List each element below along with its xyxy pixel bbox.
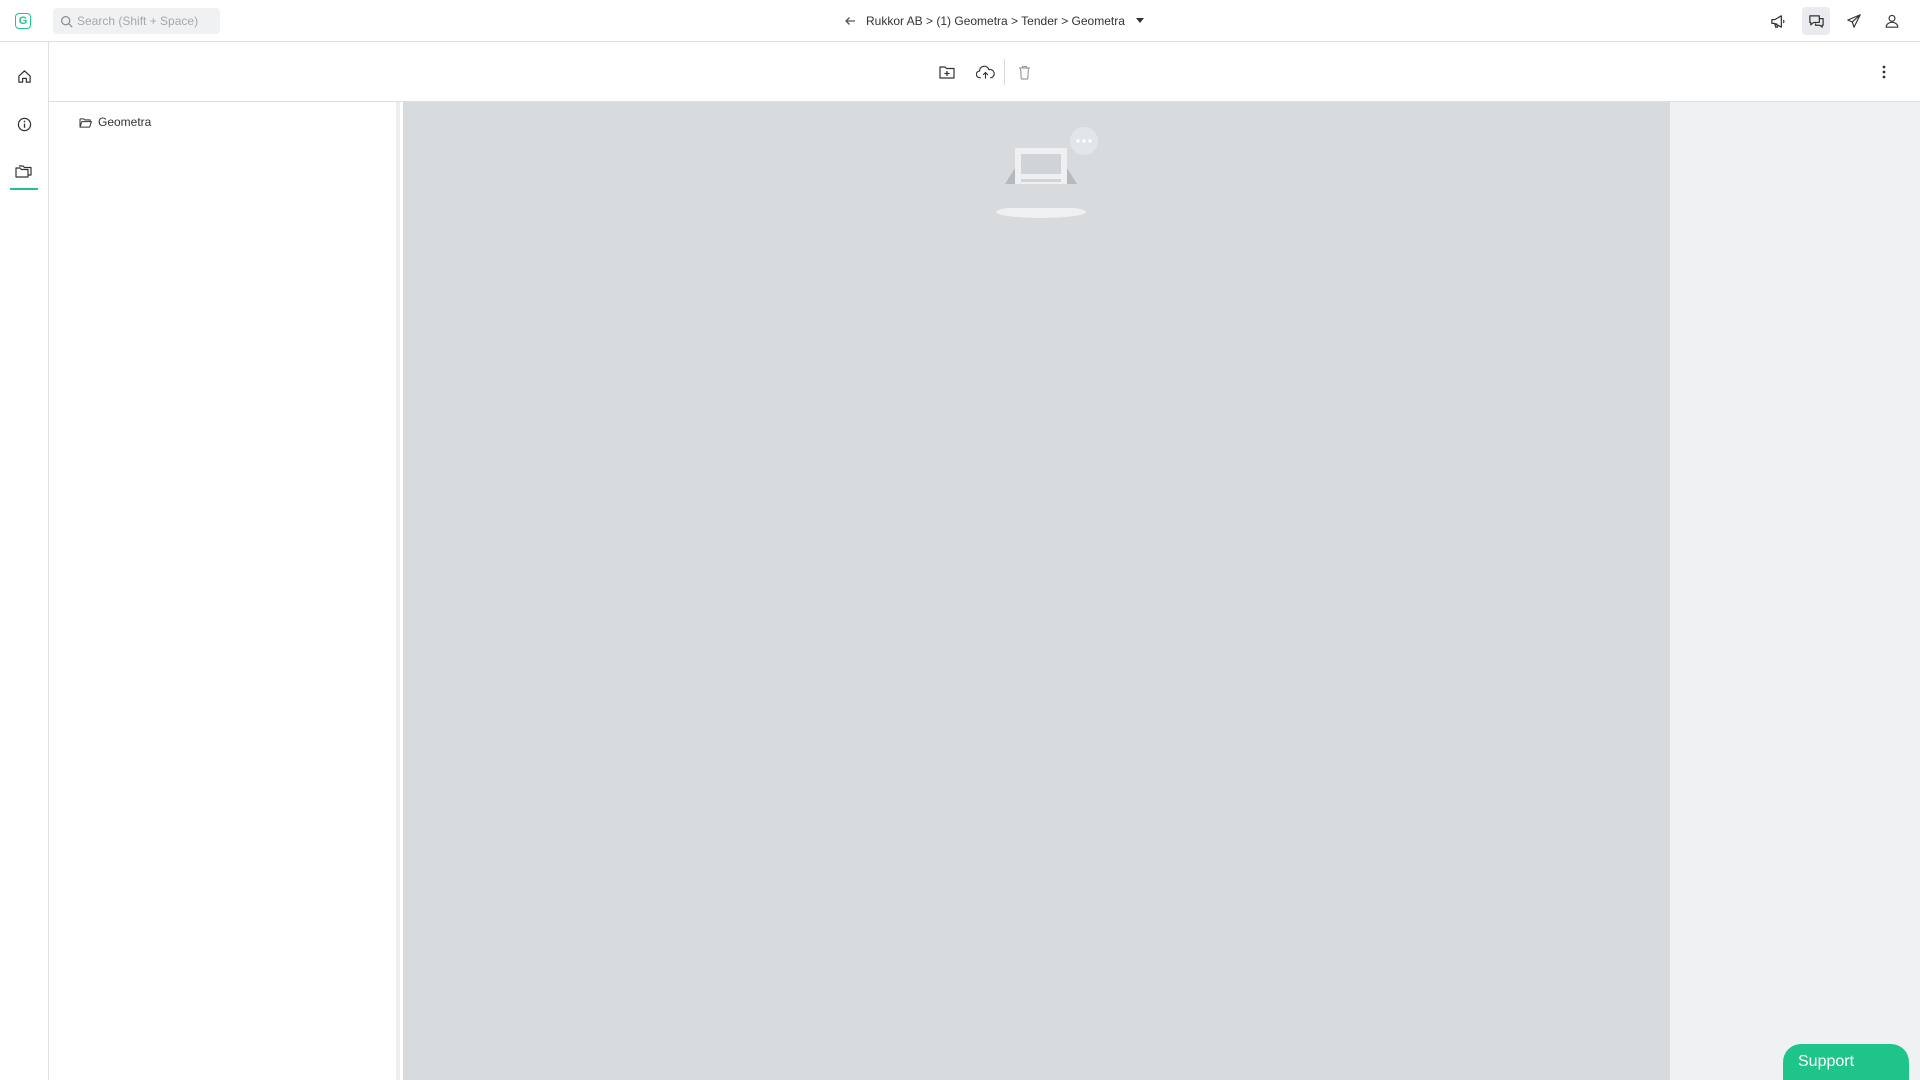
rail-info[interactable] (10, 110, 38, 138)
breadcrumb: Rukkor AB > (1) Geometra > Tender > Geom… (842, 12, 1145, 30)
send-icon (1847, 14, 1861, 28)
empty-state-illustration (996, 127, 1098, 218)
app-logo-letter: G (18, 14, 28, 27)
file-tree: Geometra (49, 102, 400, 1080)
more-vertical-icon (1882, 65, 1886, 79)
right-side-panel (1670, 102, 1920, 1080)
send-button[interactable] (1840, 7, 1868, 35)
tree-item-geometra[interactable]: Geometra (79, 115, 151, 129)
tree-item-label: Geometra (98, 115, 152, 129)
delete-button[interactable] (1010, 58, 1038, 86)
back-arrow-icon[interactable] (842, 13, 858, 29)
user-icon (1885, 14, 1899, 28)
file-toolbar (49, 42, 1920, 102)
more-options-button[interactable] (1870, 58, 1898, 86)
announcements-button[interactable] (1764, 7, 1792, 35)
app-logo[interactable]: G (15, 13, 31, 29)
profile-button[interactable] (1878, 7, 1906, 35)
info-icon (17, 117, 31, 131)
new-folder-icon (939, 66, 955, 79)
home-icon (17, 69, 31, 83)
left-rail (0, 42, 49, 1080)
top-bar: G Rukkor AB > (1) Geometra > Tender > Ge… (0, 0, 1920, 42)
rail-files[interactable] (10, 158, 38, 190)
rail-home[interactable] (10, 62, 38, 90)
chevron-down-icon[interactable] (1135, 16, 1145, 26)
breadcrumb-path[interactable]: Rukkor AB > (1) Geometra > Tender > Geom… (866, 14, 1125, 28)
cloud-upload-icon (975, 65, 995, 79)
trash-icon (1018, 65, 1030, 80)
upload-button[interactable] (971, 58, 999, 86)
new-folder-button[interactable] (933, 58, 961, 86)
top-actions (1764, 7, 1906, 35)
megaphone-icon (1770, 14, 1785, 28)
chat-button[interactable] (1802, 7, 1830, 35)
chat-icon (1808, 14, 1824, 28)
folders-icon (15, 165, 32, 178)
toolbar-divider (1004, 59, 1005, 85)
support-button[interactable]: Support (1783, 1044, 1909, 1080)
folder-open-icon (79, 117, 92, 128)
document-viewer (403, 102, 1670, 1080)
search-box[interactable] (53, 8, 220, 34)
search-icon (60, 15, 73, 28)
support-label: Support (1798, 1053, 1855, 1070)
search-input[interactable] (77, 14, 217, 28)
